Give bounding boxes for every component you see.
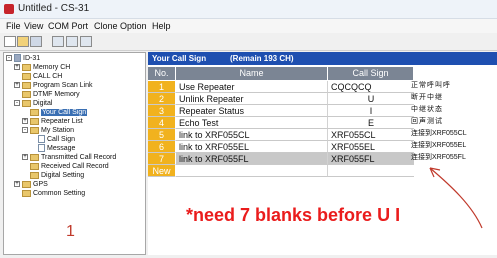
row-number: 7 [148,153,176,165]
row-call-sign[interactable]: XRF055FL [328,153,414,165]
row-number: 6 [148,141,176,153]
tree-root[interactable]: - ID-31 [6,54,40,63]
annotation-chinese-3: 中继状态 [411,106,443,113]
row-call-sign[interactable]: CQCQCQ [328,81,414,93]
tree-item-memory-ch[interactable]: + Memory CH [14,63,70,72]
tree-item-call-sign[interactable]: Call Sign [38,135,75,144]
row-number: New [148,165,176,177]
column-header-call-sign[interactable]: Call Sign [328,67,414,80]
tree-item-digital[interactable]: - Digital [14,99,52,108]
row-number: 2 [148,93,176,105]
row-number: 3 [148,105,176,117]
menu-option[interactable]: Option [120,21,147,31]
app-icon [4,4,14,14]
annotation-chinese-6: 连接到XRF055EL [411,142,467,149]
annotation-number: 1 [66,223,75,240]
row-name[interactable]: Repeater Status [176,105,328,117]
row-call-sign[interactable]: XRF055EL [328,141,414,153]
title-bar: Untitled - CS-31 [0,0,497,19]
save-icon[interactable] [30,36,42,47]
window-title: Untitled - CS-31 [18,3,90,14]
row-number: 5 [148,129,176,141]
tree-item-message[interactable]: Message [38,144,75,153]
tree-item-my-station[interactable]: - My Station [22,126,74,135]
row-name[interactable]: Use Repeater [176,81,328,93]
tree-item-dtmf-memory[interactable]: DTMF Memory [22,90,80,99]
remain-count: (Remain 193 CH) [230,54,294,63]
row-name[interactable]: Echo Test [176,117,328,129]
tree-item-digital-setting[interactable]: Digital Setting [30,171,84,180]
row-call-sign[interactable]: E [328,117,414,129]
row-call-sign[interactable] [328,165,414,177]
tree-item-transmitted-call-record[interactable]: + Transmitted Call Record [22,153,116,162]
row-name[interactable] [176,165,328,177]
app-window: Untitled - CS-31 File View COM Port Clon… [0,0,497,258]
row-name[interactable]: link to XRF055CL [176,129,328,141]
tree-item-repeater-list[interactable]: + Repeater List [22,117,83,126]
column-header-no[interactable]: No. [148,67,176,80]
open-folder-icon[interactable] [17,36,29,47]
annotation-chinese-5: 连接到XRF055CL [411,130,467,137]
tree-item-call-ch[interactable]: CALL CH [22,72,62,81]
row-name[interactable]: Unlink Repeater [176,93,328,105]
column-header-name[interactable]: Name [176,67,328,80]
row-call-sign[interactable]: XRF055CL [328,129,414,141]
tree-item-gps[interactable]: + GPS [14,180,48,189]
new-file-icon[interactable] [4,36,16,47]
annotation-chinese-4: 回声测试 [411,118,443,125]
menu-bar: File View COM Port Clone Option Help [0,19,497,33]
annotation-arrow-icon [429,167,483,229]
row-call-sign[interactable]: U [328,93,414,105]
write-radio-icon[interactable] [66,36,78,47]
menu-file[interactable]: File [6,21,21,31]
row-number: 1 [148,81,176,93]
tree-item-common-setting[interactable]: Common Setting [22,189,85,198]
tree-view: - ID-31 + Memory CH CALL CH + Program Scan … [3,52,146,255]
annotation-chinese-2: 断开中继 [411,94,443,101]
tree-item-received-call-record[interactable]: Received Call Record [30,162,109,171]
menu-view[interactable]: View [24,21,43,31]
clone-icon[interactable] [80,36,92,47]
toolbar [0,34,497,51]
row-number: 4 [148,117,176,129]
menu-clone[interactable]: Clone [94,21,118,31]
menu-help[interactable]: Help [152,21,171,31]
panel-title: Your Call Sign [152,54,207,63]
row-name[interactable]: link to XRF055FL [176,153,328,165]
menu-com-port[interactable]: COM Port [48,21,88,31]
panel-title-bar: Your Call Sign (Remain 193 CH) [148,52,497,65]
tree-item-program-scan-link[interactable]: + Program Scan Link [14,81,93,90]
annotation-note: *need 7 blanks before U I [186,205,401,225]
row-call-sign[interactable]: I [328,105,414,117]
row-name[interactable]: link to XRF055EL [176,141,328,153]
read-radio-icon[interactable] [52,36,64,47]
tree-item-your-call-sign[interactable]: Your Call Sign [30,108,88,117]
annotation-chinese-1: 正常呼叫呼 [411,82,451,89]
